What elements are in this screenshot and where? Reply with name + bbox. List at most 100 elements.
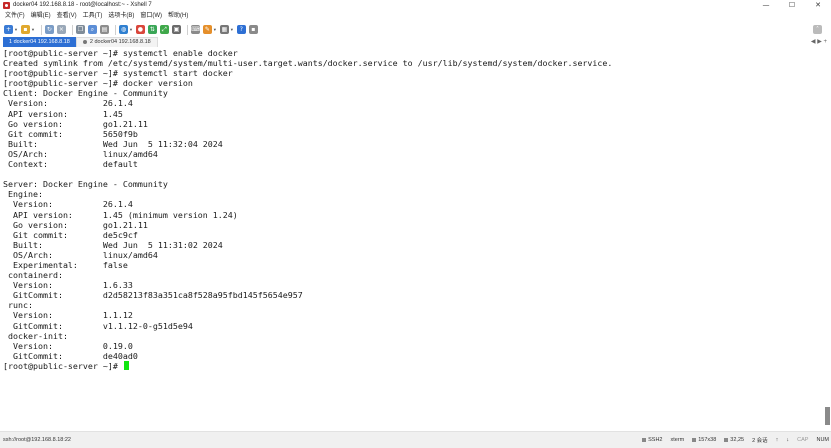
terminal-line: API version: 1.45 xyxy=(3,108,123,119)
terminal-line: runc: xyxy=(3,300,33,311)
terminal-line: Go version: go1.21.11 xyxy=(3,219,148,230)
session-tabs: 1 docker04 192.168.8.18 2 docker04 192.1… xyxy=(0,37,831,47)
terminal-line: Version: 1.1.12 xyxy=(3,310,133,321)
cursor-icon xyxy=(724,437,729,442)
tab-label: 2 docker04 192.168.8.18 xyxy=(89,39,151,45)
terminal-line: Version: 0.19.0 xyxy=(3,340,133,351)
terminal-text: [root@public-server ~]# systemctl enable… xyxy=(0,47,824,371)
terminal-line: Built: Wed Jun 5 11:31:02 2024 xyxy=(3,239,223,250)
color-scheme-icon[interactable]: ● xyxy=(135,25,145,34)
chevron-up-icon[interactable]: ˄ xyxy=(813,25,822,34)
menu-window[interactable]: 窗口(W) xyxy=(137,11,165,22)
terminal-line: [root@public-server ~]# docker version xyxy=(3,78,193,89)
help-icon[interactable]: ? xyxy=(236,25,246,34)
terminal-line: GitCommit: v1.1.12-0-g51d5e94 xyxy=(3,320,193,331)
terminal-line: [root@public-server ~]# systemctl enable… xyxy=(3,48,238,58)
terminal-line: Built: Wed Jun 5 11:32:04 2024 xyxy=(3,138,223,149)
connection-address: ssh://root@192.168.8.18:22 xyxy=(3,437,71,443)
lock-icon[interactable]: ▣ xyxy=(171,25,181,34)
cursor-position: 32,25 xyxy=(724,437,744,443)
toolbar-divider xyxy=(114,24,116,35)
menu-file[interactable]: 文件(F) xyxy=(0,11,28,22)
globe-icon[interactable]: ◍ xyxy=(118,25,128,34)
close-button[interactable]: ✕ xyxy=(805,0,831,11)
xftp-icon[interactable]: ⇅ xyxy=(147,25,157,34)
terminal-line: Experimental: false xyxy=(3,259,128,270)
lock-icon xyxy=(642,437,647,442)
protocol-status: SSH2 xyxy=(642,437,663,443)
toolbar: + ▼ ▪ ▼ ↻ × ❐ ⌕ ▤ ◍ ▼ ● ⇅ ⤢ ▣ ⌨ ✎ ▼ ▦ ▼ … xyxy=(0,22,831,37)
chevron-down-icon[interactable]: ▼ xyxy=(230,27,234,32)
keyboard-icon[interactable]: ⌨ xyxy=(190,25,200,34)
terminal-line: [root@public-server ~]# systemctl start … xyxy=(3,68,233,79)
maximize-button[interactable]: ☐ xyxy=(779,0,805,11)
terminal-line: docker-init: xyxy=(3,330,68,341)
menu-view[interactable]: 查看(V) xyxy=(54,11,80,22)
menu-help[interactable]: 帮助(H) xyxy=(165,11,191,22)
terminal-line: GitCommit: de40ad0 xyxy=(3,350,138,361)
resize-icon xyxy=(692,437,697,442)
open-folder-icon[interactable]: ▪ xyxy=(20,25,30,34)
terminal-line: Version: 1.6.33 xyxy=(3,280,133,291)
minimize-button[interactable]: — xyxy=(753,0,779,11)
toolbar-divider xyxy=(186,24,188,35)
upload-icon: ↑ xyxy=(775,437,779,443)
xshell-window: docker04 192.168.8.18 - root@localhost:~… xyxy=(0,0,831,448)
num-lock-indicator: NUM xyxy=(816,437,829,443)
chevron-down-icon[interactable]: ▼ xyxy=(213,27,217,32)
tab-navigation[interactable]: ◀ ▶ + xyxy=(811,37,827,47)
xshell-app-icon xyxy=(3,2,10,9)
tab-session-2[interactable]: 2 docker04 192.168.8.18 xyxy=(75,37,158,47)
copy-icon[interactable]: ❐ xyxy=(75,25,85,34)
tab-label: 1 docker04 192.168.8.18 xyxy=(9,39,70,45)
menu-tools[interactable]: 工具(T) xyxy=(80,11,106,22)
menu-edit[interactable]: 编辑(E) xyxy=(28,11,54,22)
terminal-prompt: [root@public-server ~]# xyxy=(3,360,123,371)
terminal-type: xterm xyxy=(670,437,685,443)
terminal-line: OS/Arch: linux/amd64 xyxy=(3,249,158,260)
menu-bar: 文件(F) 编辑(E) 查看(V) 工具(T) 选项卡(B) 窗口(W) 帮助(… xyxy=(0,11,831,22)
window-title: docker04 192.168.8.18 - root@localhost:~… xyxy=(13,2,152,8)
status-right-group: SSH2 xterm 157x38 32,25 2 会话 ↑ ↓ CAP NUM xyxy=(634,432,829,448)
terminal-line: GitCommit: d2d58213f83a351ca8f528a95fbd1… xyxy=(3,290,303,301)
print-icon[interactable]: ▤ xyxy=(99,25,109,34)
session-status-icon xyxy=(82,39,87,44)
terminal-line: Client: Docker Engine - Community xyxy=(3,88,168,99)
terminal-scrollbar[interactable] xyxy=(824,47,831,431)
terminal-line: Git commit: 5650f9b xyxy=(3,128,138,139)
title-bar: docker04 192.168.8.18 - root@localhost:~… xyxy=(0,0,831,11)
compose-icon[interactable]: ✎ xyxy=(202,25,212,34)
chevron-down-icon[interactable]: ▼ xyxy=(129,27,133,32)
terminal-line: OS/Arch: linux/amd64 xyxy=(3,148,158,159)
toolbar-divider xyxy=(40,24,42,35)
toolbar-right: ˄ xyxy=(813,25,825,34)
find-icon[interactable]: ⌕ xyxy=(87,25,97,34)
terminal-line: Version: 26.1.4 xyxy=(3,199,133,210)
chevron-down-icon[interactable]: ▼ xyxy=(14,27,18,32)
tab-session-1[interactable]: 1 docker04 192.168.8.18 xyxy=(3,37,76,47)
disconnect-icon[interactable]: × xyxy=(56,25,66,34)
terminal-size: 157x38 xyxy=(692,437,716,443)
reconnect-icon[interactable]: ↻ xyxy=(44,25,54,34)
scrollbar-thumb[interactable] xyxy=(825,407,830,425)
new-session-icon[interactable]: + xyxy=(4,25,13,34)
status-bar: ssh://root@192.168.8.18:22 SSH2 xterm 15… xyxy=(0,431,831,448)
session-count: 2 会话 xyxy=(752,438,768,444)
terminal-line: Git commit: de5c9cf xyxy=(3,229,138,240)
tools-icon[interactable]: ▪ xyxy=(248,25,258,34)
download-icon: ↓ xyxy=(786,437,790,443)
window-controls: — ☐ ✕ xyxy=(753,0,831,11)
terminal-cursor xyxy=(123,360,129,370)
terminal-line: Engine: xyxy=(3,189,43,200)
chevron-down-icon[interactable]: ▼ xyxy=(31,27,35,32)
toolbar-divider xyxy=(71,24,73,35)
terminal-line: Go version: go1.21.11 xyxy=(3,118,148,129)
terminal-line: API version: 1.45 (minimum version 1.24) xyxy=(3,209,238,220)
terminal-output[interactable]: [root@public-server ~]# systemctl enable… xyxy=(0,47,824,431)
menu-tabs[interactable]: 选项卡(B) xyxy=(105,11,137,22)
fullscreen-icon[interactable]: ⤢ xyxy=(159,25,169,34)
terminal-line: Server: Docker Engine - Community xyxy=(3,179,168,190)
layout-icon[interactable]: ▦ xyxy=(219,25,229,34)
terminal-line: Version: 26.1.4 xyxy=(3,98,133,109)
caps-lock-indicator: CAP xyxy=(797,437,809,443)
